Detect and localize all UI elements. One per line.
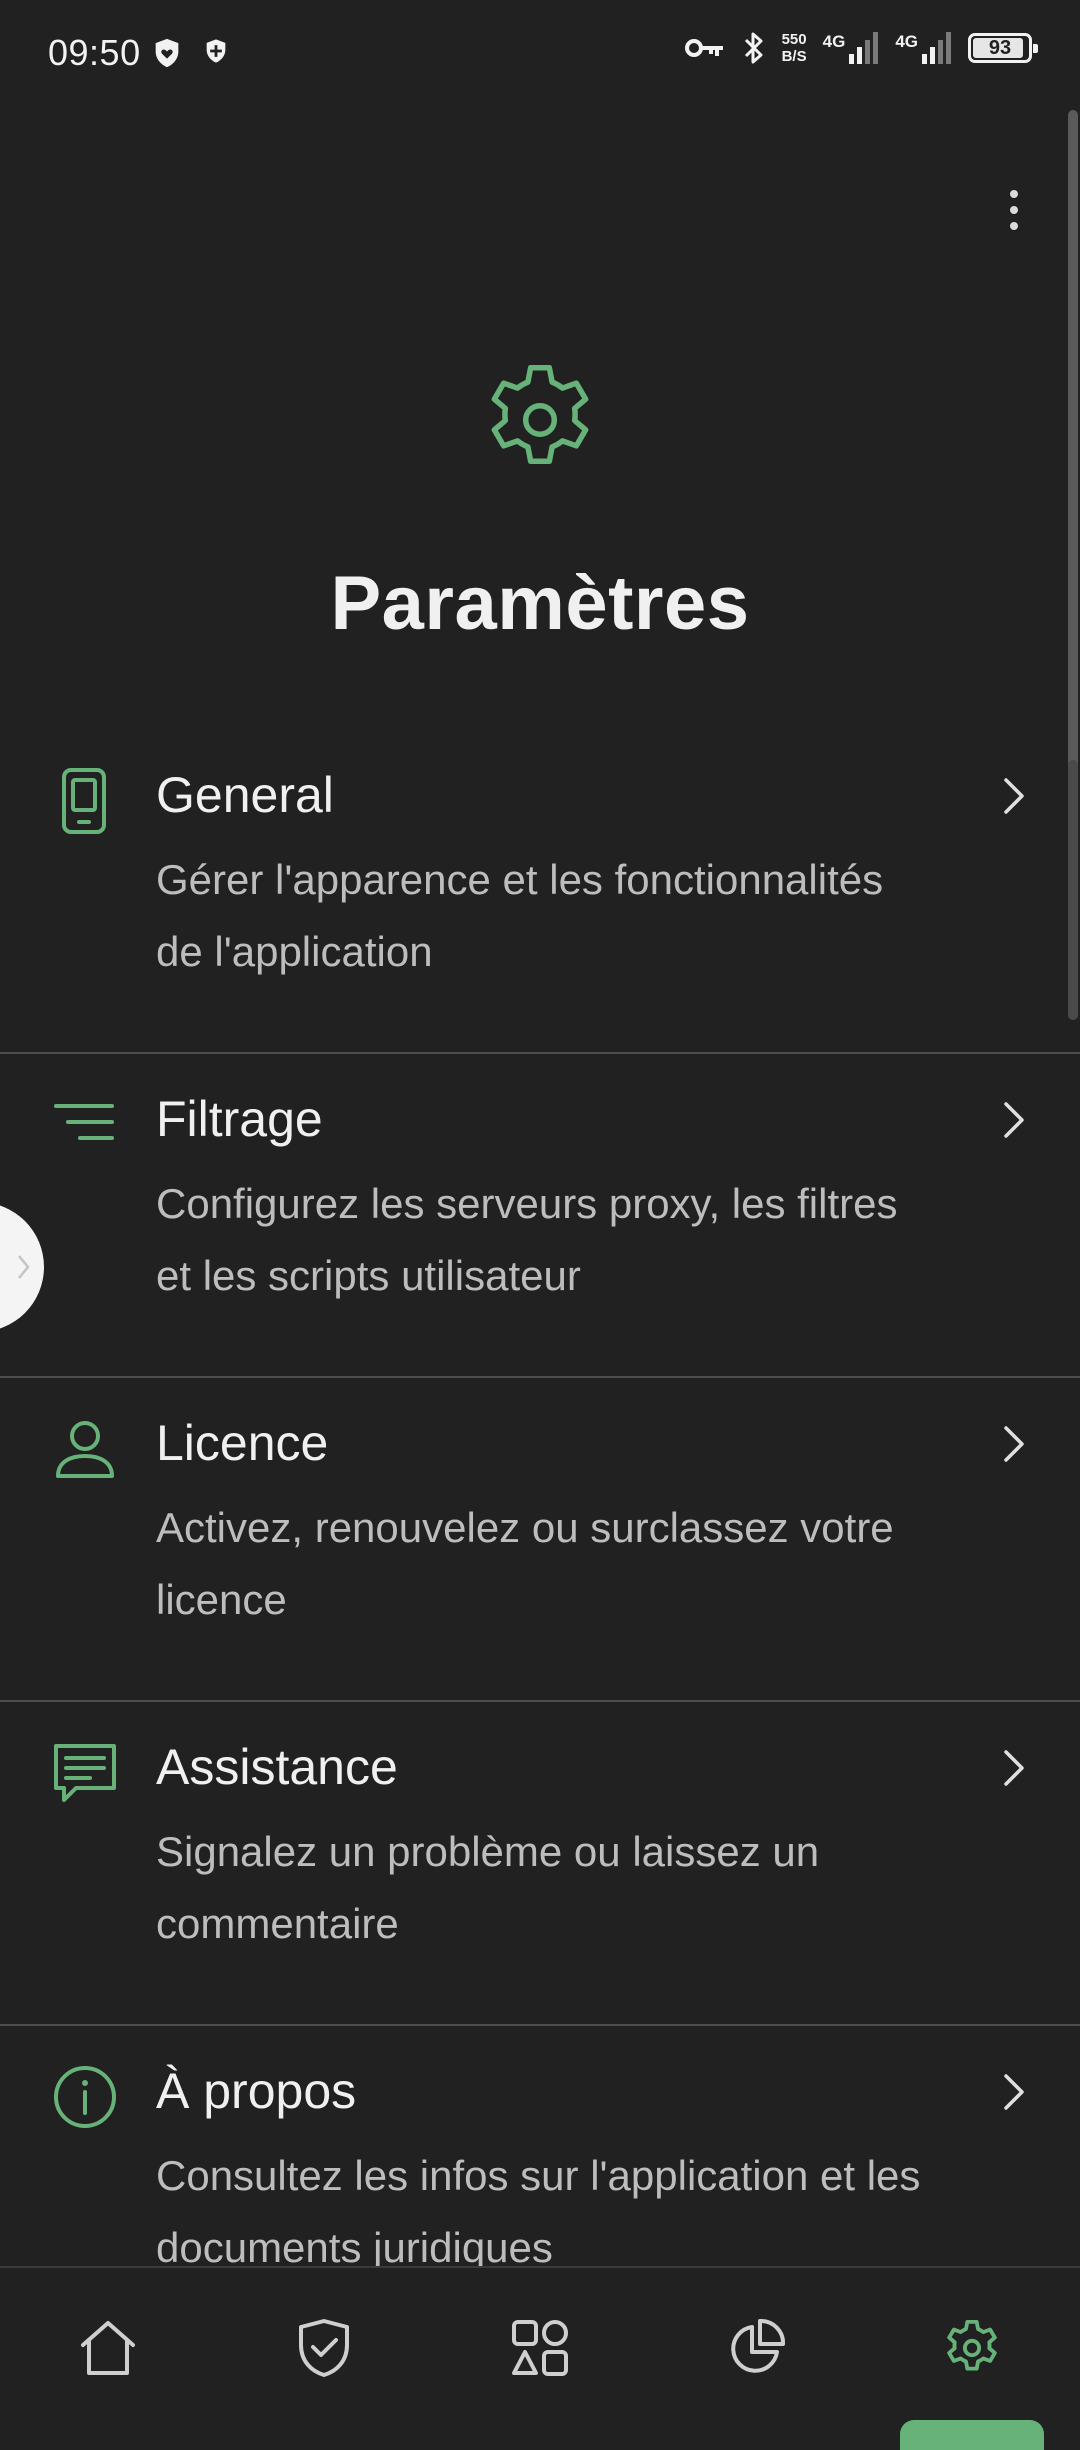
signal-2: 4G bbox=[895, 32, 952, 64]
chevron-right-icon bbox=[994, 1418, 1034, 1470]
chevron-right-icon bbox=[994, 1742, 1034, 1794]
settings-item-title: À propos bbox=[156, 2062, 356, 2120]
vpn-key-icon bbox=[684, 35, 726, 61]
signal-1: 4G bbox=[823, 32, 880, 64]
settings-item-general[interactable]: General Gérer l'apparence et les fonctio… bbox=[0, 730, 1080, 1054]
bluetooth-icon bbox=[742, 30, 766, 66]
settings-item-description: Signalez un problème ou laissez un comme… bbox=[156, 1816, 936, 1960]
network-speed-unit: B/S bbox=[782, 48, 807, 65]
chevron-right-icon bbox=[994, 1094, 1034, 1146]
network-speed: 550 B/S bbox=[782, 31, 807, 65]
gear-icon bbox=[474, 354, 606, 486]
home-icon bbox=[77, 2317, 139, 2379]
signal-1-label: 4G bbox=[823, 32, 846, 52]
shield-check-icon bbox=[293, 2317, 355, 2379]
overflow-dot bbox=[1010, 206, 1018, 214]
status-bar: 09:50 550 B/S 4G bbox=[0, 0, 1080, 108]
settings-item-title: Assistance bbox=[156, 1738, 398, 1796]
phone-icon bbox=[50, 766, 120, 836]
overflow-dot bbox=[1010, 190, 1018, 198]
battery-level-text: 93 bbox=[989, 37, 1011, 60]
status-time: 09:50 bbox=[48, 32, 141, 74]
network-speed-value: 550 bbox=[782, 31, 807, 48]
settings-item-title: General bbox=[156, 766, 334, 824]
nav-statistics[interactable] bbox=[716, 2308, 796, 2388]
shield-small-icon bbox=[202, 36, 230, 66]
shield-heart-icon bbox=[150, 36, 184, 70]
signal-bars-icon bbox=[849, 32, 879, 64]
overflow-menu-button[interactable] bbox=[996, 180, 1032, 240]
scrollbar-thumb[interactable] bbox=[1068, 110, 1078, 820]
settings-item-assistance[interactable]: Assistance Signalez un problème ou laiss… bbox=[0, 1702, 1080, 2026]
status-notification-icons bbox=[150, 36, 230, 70]
settings-gear-icon bbox=[939, 2315, 1005, 2381]
info-icon bbox=[50, 2062, 120, 2132]
settings-item-licence[interactable]: Licence Activez, renouvelez ou surclasse… bbox=[0, 1378, 1080, 1702]
user-icon bbox=[50, 1414, 120, 1484]
nav-apps[interactable] bbox=[500, 2308, 580, 2388]
overflow-dot bbox=[1010, 222, 1018, 230]
settings-item-description: Gérer l'apparence et les fonctionnalités… bbox=[156, 844, 936, 988]
chevron-right-icon bbox=[994, 770, 1034, 822]
nav-home[interactable] bbox=[68, 2308, 148, 2388]
chat-icon bbox=[50, 1738, 120, 1808]
settings-item-title: Licence bbox=[156, 1414, 328, 1472]
nav-settings[interactable] bbox=[932, 2308, 1012, 2388]
chevron-right-icon bbox=[994, 2066, 1034, 2118]
battery-indicator: 93 bbox=[968, 33, 1032, 63]
active-tab-indicator bbox=[900, 2420, 1044, 2450]
settings-item-description: Consultez les infos sur l'application et… bbox=[156, 2140, 936, 2284]
settings-item-description: Configurez les serveurs proxy, les filtr… bbox=[156, 1168, 936, 1312]
signal-2-label: 4G bbox=[895, 32, 918, 52]
stats-pie-icon bbox=[725, 2317, 787, 2379]
apps-icon bbox=[509, 2317, 571, 2379]
nav-protection[interactable] bbox=[284, 2308, 364, 2388]
settings-item-description: Activez, renouvelez ou surclassez votre … bbox=[156, 1492, 936, 1636]
settings-item-filtrage[interactable]: Filtrage Configurez les serveurs proxy, … bbox=[0, 1054, 1080, 1378]
status-right-icons: 550 B/S 4G 4G 93 bbox=[684, 30, 1032, 66]
settings-item-title: Filtrage bbox=[156, 1090, 323, 1148]
signal-bars-icon bbox=[922, 32, 952, 64]
bottom-navigation bbox=[0, 2266, 1080, 2436]
settings-list: General Gérer l'apparence et les fonctio… bbox=[0, 730, 1080, 2350]
page-title: Paramètres bbox=[0, 560, 1080, 647]
filter-icon bbox=[50, 1090, 120, 1160]
